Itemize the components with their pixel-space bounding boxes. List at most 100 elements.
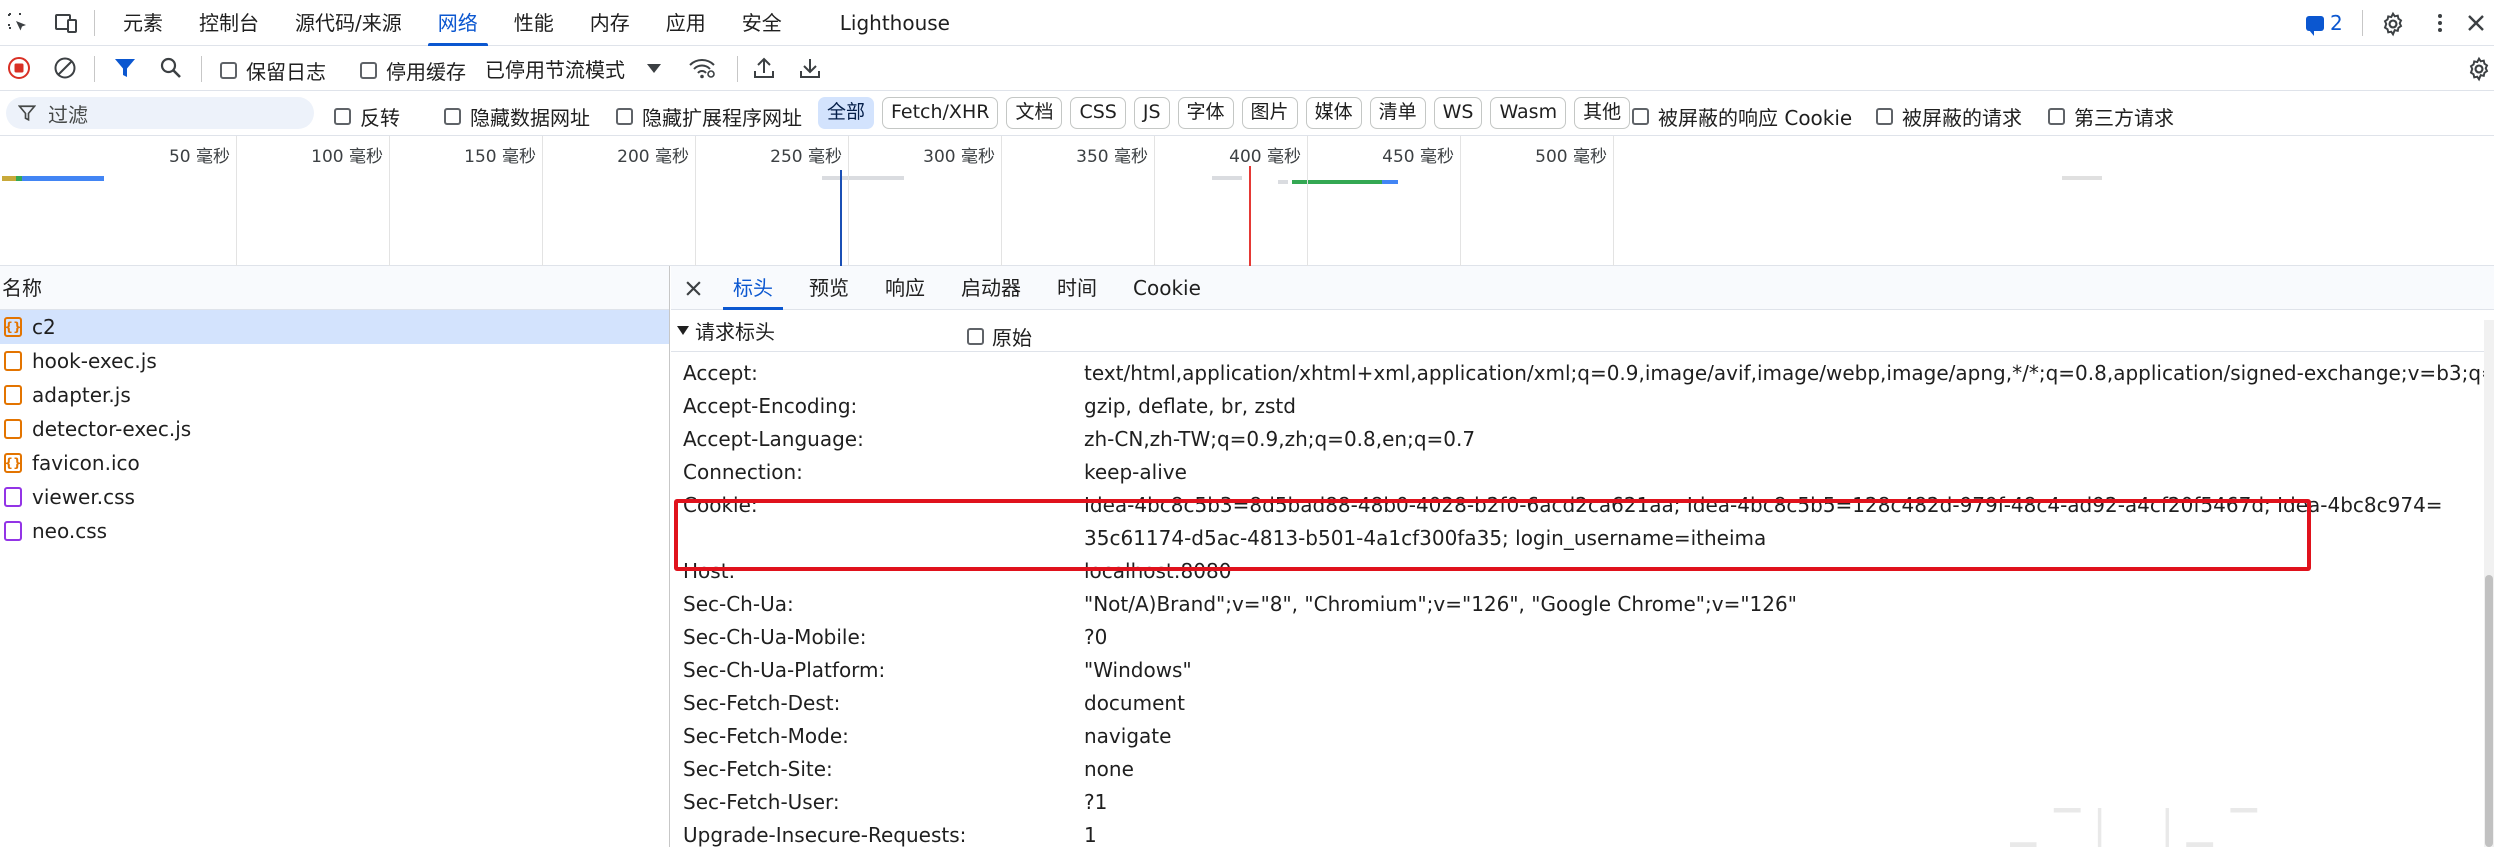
- type-filter-chip[interactable]: 文档: [1006, 97, 1063, 129]
- request-row[interactable]: adapter.js: [0, 378, 669, 412]
- details-tab-4[interactable]: 时间: [1039, 266, 1115, 310]
- timing-bar: [1212, 176, 1242, 180]
- checkbox-box[interactable]: [1632, 108, 1649, 125]
- third-party-label: 第三方请求: [2074, 106, 2174, 130]
- network-conditions-wifi-icon[interactable]: [688, 56, 715, 80]
- type-filter-chip[interactable]: 字体: [1177, 97, 1234, 129]
- request-row[interactable]: detector-exec.js: [0, 412, 669, 446]
- header-value[interactable]: ?0: [1084, 621, 2494, 654]
- checkbox-box[interactable]: [334, 108, 351, 125]
- tab-6[interactable]: 应用: [648, 0, 724, 46]
- checkbox-box[interactable]: [444, 108, 461, 125]
- close-details-icon[interactable]: [671, 266, 715, 310]
- dom-content-loaded-marker: [840, 170, 842, 266]
- checkbox-box[interactable]: [2048, 108, 2065, 125]
- close-devtools-icon[interactable]: [2464, 11, 2488, 35]
- checkbox-box[interactable]: [1876, 108, 1893, 125]
- tab-2[interactable]: 源代码/来源: [277, 0, 420, 46]
- blocked-requests-checkbox[interactable]: 被屏蔽的请求: [1876, 102, 2022, 131]
- request-row[interactable]: viewer.css: [0, 480, 669, 514]
- type-filter-chip[interactable]: 图片: [1241, 97, 1298, 129]
- type-filter-chip[interactable]: CSS: [1070, 97, 1126, 129]
- type-filter-chip[interactable]: Fetch/XHR: [882, 97, 999, 129]
- request-row[interactable]: {} favicon.ico: [0, 446, 669, 480]
- tab-1[interactable]: 控制台: [181, 0, 277, 46]
- more-options-icon[interactable]: [2428, 11, 2452, 35]
- type-filter-chip[interactable]: JS: [1133, 97, 1170, 129]
- header-row: Sec-Fetch-Mode: navigate: [671, 720, 2494, 753]
- header-value[interactable]: "Windows": [1084, 654, 2494, 687]
- header-value[interactable]: text/html,application/xhtml+xml,applicat…: [1084, 357, 2494, 390]
- record-stop-icon[interactable]: [7, 56, 31, 80]
- type-filter-chip[interactable]: Wasm: [1490, 97, 1567, 129]
- divider: [737, 56, 738, 82]
- filter-bar: 过滤 反转 隐藏数据网址 隐藏扩展程序网址 全部 Fetch/XHR 文档 CSS JS…: [0, 91, 2494, 136]
- header-row: Sec-Fetch-Site: none: [671, 753, 2494, 786]
- issues-counter[interactable]: 2: [2306, 9, 2343, 37]
- type-filter-chip[interactable]: 其他: [1574, 97, 1631, 129]
- header-value[interactable]: keep-alive: [1084, 456, 2494, 489]
- tab-8[interactable]: Lighthouse: [822, 0, 968, 46]
- third-party-requests-checkbox[interactable]: 第三方请求: [2048, 102, 2174, 131]
- timeline-tick-label: 100 毫秒: [311, 147, 383, 167]
- name-column-header[interactable]: 名称: [0, 266, 669, 310]
- header-value[interactable]: zh-CN,zh-TW;q=0.9,zh;q=0.8,en;q=0.7: [1084, 423, 2494, 456]
- tab-7[interactable]: 安全: [724, 0, 800, 46]
- search-icon[interactable]: [159, 56, 183, 80]
- settings-gear-icon[interactable]: [2380, 11, 2404, 37]
- header-row: Sec-Ch-Ua: "Not/A)Brand";v="8", "Chromium…: [671, 588, 2494, 621]
- network-settings-gear-icon[interactable]: [2466, 56, 2490, 82]
- header-value[interactable]: "Not/A)Brand";v="8", "Chromium";v="126",…: [1084, 588, 2494, 621]
- details-tab-3[interactable]: 启动器: [943, 266, 1039, 310]
- filter-funnel-icon[interactable]: [113, 56, 137, 80]
- hide-extension-urls-checkbox[interactable]: 隐藏扩展程序网址: [616, 102, 802, 131]
- details-tab-1[interactable]: 预览: [791, 266, 867, 310]
- tab-4[interactable]: 性能: [496, 0, 572, 46]
- header-row: Accept-Language: zh-CN,zh-TW;q=0.9,zh;q=0…: [671, 423, 2494, 456]
- tab-5[interactable]: 内存: [572, 0, 648, 46]
- tab-3[interactable]: 网络: [420, 0, 496, 46]
- request-name: adapter.js: [32, 383, 131, 407]
- header-value[interactable]: none: [1084, 753, 2494, 786]
- network-overview-timeline[interactable]: 50 毫秒 100 毫秒 150 毫秒 200 毫秒 250 毫秒 300 毫秒 350 毫…: [0, 136, 2494, 266]
- request-headers-section[interactable]: 请求标头 原始: [671, 310, 2494, 352]
- filter-input[interactable]: 过滤: [6, 97, 314, 129]
- raw-headers-checkbox[interactable]: 原始: [967, 322, 1032, 351]
- hide-data-urls-checkbox[interactable]: 隐藏数据网址: [444, 102, 590, 131]
- request-row[interactable]: neo.css: [0, 514, 669, 548]
- type-filter-chip[interactable]: 清单: [1369, 97, 1426, 129]
- blocked-response-cookies-checkbox[interactable]: 被屏蔽的响应 Cookie: [1632, 102, 1852, 131]
- checkbox-box[interactable]: [967, 328, 984, 345]
- preserve-log-checkbox[interactable]: 保留日志: [220, 56, 326, 85]
- header-value[interactable]: Idea-4bc8c5b3=8d5bad88-48b0-4028-b2f0-6a…: [1084, 489, 2494, 555]
- clear-icon[interactable]: [53, 56, 77, 80]
- details-tabs: 标头 预览 响应 启动器 时间 Cookie: [671, 266, 2494, 310]
- disable-cache-checkbox[interactable]: 停用缓存: [360, 56, 466, 85]
- header-name: Sec-Fetch-Mode:: [683, 724, 849, 748]
- inspect-element-icon[interactable]: [6, 11, 30, 35]
- raw-label: 原始: [992, 326, 1032, 350]
- header-value[interactable]: navigate: [1084, 720, 2494, 753]
- request-row[interactable]: hook-exec.js: [0, 344, 669, 378]
- throttling-select[interactable]: 已停用节流模式: [485, 54, 661, 82]
- header-value[interactable]: localhost:8080: [1084, 555, 2494, 588]
- checkbox-box[interactable]: [360, 62, 377, 79]
- invert-checkbox[interactable]: 反转: [334, 102, 400, 131]
- import-har-icon[interactable]: [752, 56, 776, 80]
- checkbox-box[interactable]: [616, 108, 633, 125]
- scrollbar-thumb[interactable]: [2485, 575, 2493, 847]
- details-tab-0[interactable]: 标头: [715, 266, 791, 310]
- type-filter-chip[interactable]: WS: [1433, 97, 1483, 129]
- header-value[interactable]: document: [1084, 687, 2494, 720]
- type-filter-chip[interactable]: 全部: [818, 97, 875, 129]
- details-tab-2[interactable]: 响应: [867, 266, 943, 310]
- header-value[interactable]: gzip, deflate, br, zstd: [1084, 390, 2494, 423]
- device-toolbar-icon[interactable]: [54, 11, 78, 35]
- type-filter-chip[interactable]: 媒体: [1305, 97, 1362, 129]
- request-row[interactable]: {} c2: [0, 310, 669, 344]
- export-har-icon[interactable]: [798, 56, 822, 80]
- timeline-gridline: [1613, 136, 1614, 266]
- details-tab-5[interactable]: Cookie: [1115, 266, 1219, 310]
- tab-0[interactable]: 元素: [105, 0, 181, 46]
- checkbox-box[interactable]: [220, 62, 237, 79]
